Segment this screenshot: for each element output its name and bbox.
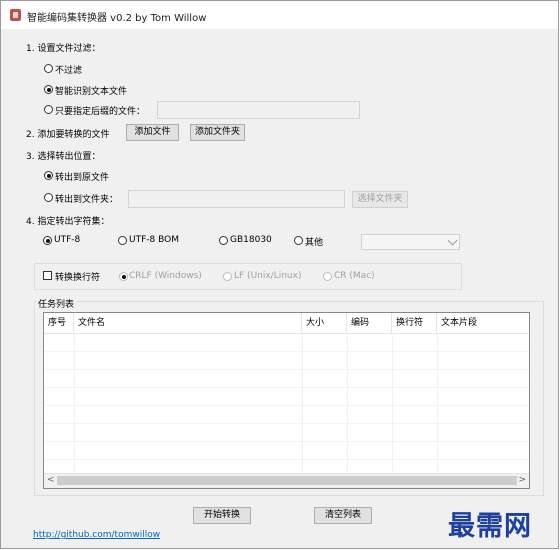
newline-crlf-label[interactable]: CRLF (Windows): [129, 271, 202, 281]
github-link[interactable]: http://github.com/tomwillow: [33, 530, 160, 540]
app-window: 智能编码集转换器 v0.2 by Tom Willow 1. 设置文件过滤： 不…: [0, 0, 559, 549]
charset-heading: 4. 指定转出字符集：: [26, 217, 110, 227]
watermark-logo: 最需网: [448, 511, 532, 542]
add-folder-button[interactable]: 添加文件夹: [190, 124, 245, 141]
filter-none-label[interactable]: 不过滤: [55, 63, 82, 76]
title-bar: 智能编码集转换器 v0.2 by Tom Willow: [1, 1, 558, 29]
scroll-left-icon[interactable]: <: [47, 475, 55, 485]
charset-gb18030-radio[interactable]: [219, 236, 228, 245]
clear-list-button[interactable]: 清空列表: [314, 507, 372, 524]
column-header-encoding[interactable]: 编码: [347, 313, 392, 333]
choose-folder-button[interactable]: 选择文件夹: [352, 191, 408, 208]
column-header-size[interactable]: 大小: [302, 313, 347, 333]
filter-smart-label[interactable]: 智能识别文本文件: [55, 84, 127, 97]
output-original-label[interactable]: 转出到原文件: [55, 170, 109, 183]
app-icon: [10, 9, 21, 21]
newline-lf-label[interactable]: LF (Unix/Linux): [234, 271, 301, 281]
charset-other-label[interactable]: 其他: [305, 235, 323, 248]
output-folder-input[interactable]: [128, 190, 345, 208]
newline-checkbox-label[interactable]: 转换换行符: [55, 270, 100, 283]
column-header-snippet[interactable]: 文本片段: [437, 313, 529, 333]
start-convert-button[interactable]: 开始转换: [193, 507, 251, 524]
output-original-radio[interactable]: [44, 171, 53, 180]
chevron-down-icon: [447, 235, 458, 246]
output-heading: 3. 选择转出位置：: [26, 152, 101, 162]
charset-utf8-radio[interactable]: [43, 236, 52, 245]
window-title: 智能编码集转换器 v0.2 by Tom Willow: [27, 13, 207, 24]
column-header-newline[interactable]: 换行符: [392, 313, 437, 333]
add-file-button[interactable]: 添加文件: [126, 124, 179, 141]
charset-utf8bom-radio[interactable]: [118, 236, 127, 245]
filter-none-radio[interactable]: [44, 64, 53, 73]
newline-checkbox[interactable]: [43, 271, 52, 280]
column-header-index[interactable]: 序号: [44, 313, 74, 333]
table-header: 序号 文件名 大小 编码 换行符 文本片段: [44, 313, 529, 334]
task-list-label: 任务列表: [36, 297, 77, 310]
newline-crlf-radio[interactable]: [119, 272, 128, 281]
charset-utf8bom-label[interactable]: UTF-8 BOM: [129, 235, 179, 245]
charset-other-radio[interactable]: [294, 236, 303, 245]
horizontal-scrollbar[interactable]: < >: [44, 473, 529, 488]
filter-smart-radio[interactable]: [44, 85, 53, 94]
newline-cr-radio[interactable]: [323, 272, 332, 281]
output-folder-radio[interactable]: [44, 193, 53, 202]
output-folder-label[interactable]: 转出到文件夹：: [55, 192, 118, 205]
filter-heading: 1. 设置文件过滤：: [26, 44, 101, 54]
scroll-right-icon[interactable]: >: [518, 475, 526, 485]
newline-lf-radio[interactable]: [223, 272, 232, 281]
filter-suffix-label[interactable]: 只要指定后缀的文件：: [55, 104, 145, 117]
charset-gb18030-label[interactable]: GB18030: [230, 235, 272, 245]
scrollbar-thumb[interactable]: [57, 476, 517, 485]
task-table[interactable]: 序号 文件名 大小 编码 换行符 文本片段 < >: [43, 312, 530, 489]
add-heading: 2. 添加要转换的文件: [26, 130, 110, 140]
newline-cr-label[interactable]: CR (Mac): [334, 271, 375, 281]
column-header-filename[interactable]: 文件名: [74, 313, 302, 333]
charset-other-select[interactable]: [361, 234, 460, 250]
charset-utf8-label[interactable]: UTF-8: [54, 235, 80, 245]
filter-suffix-radio[interactable]: [44, 105, 53, 114]
suffix-input[interactable]: [157, 101, 360, 119]
